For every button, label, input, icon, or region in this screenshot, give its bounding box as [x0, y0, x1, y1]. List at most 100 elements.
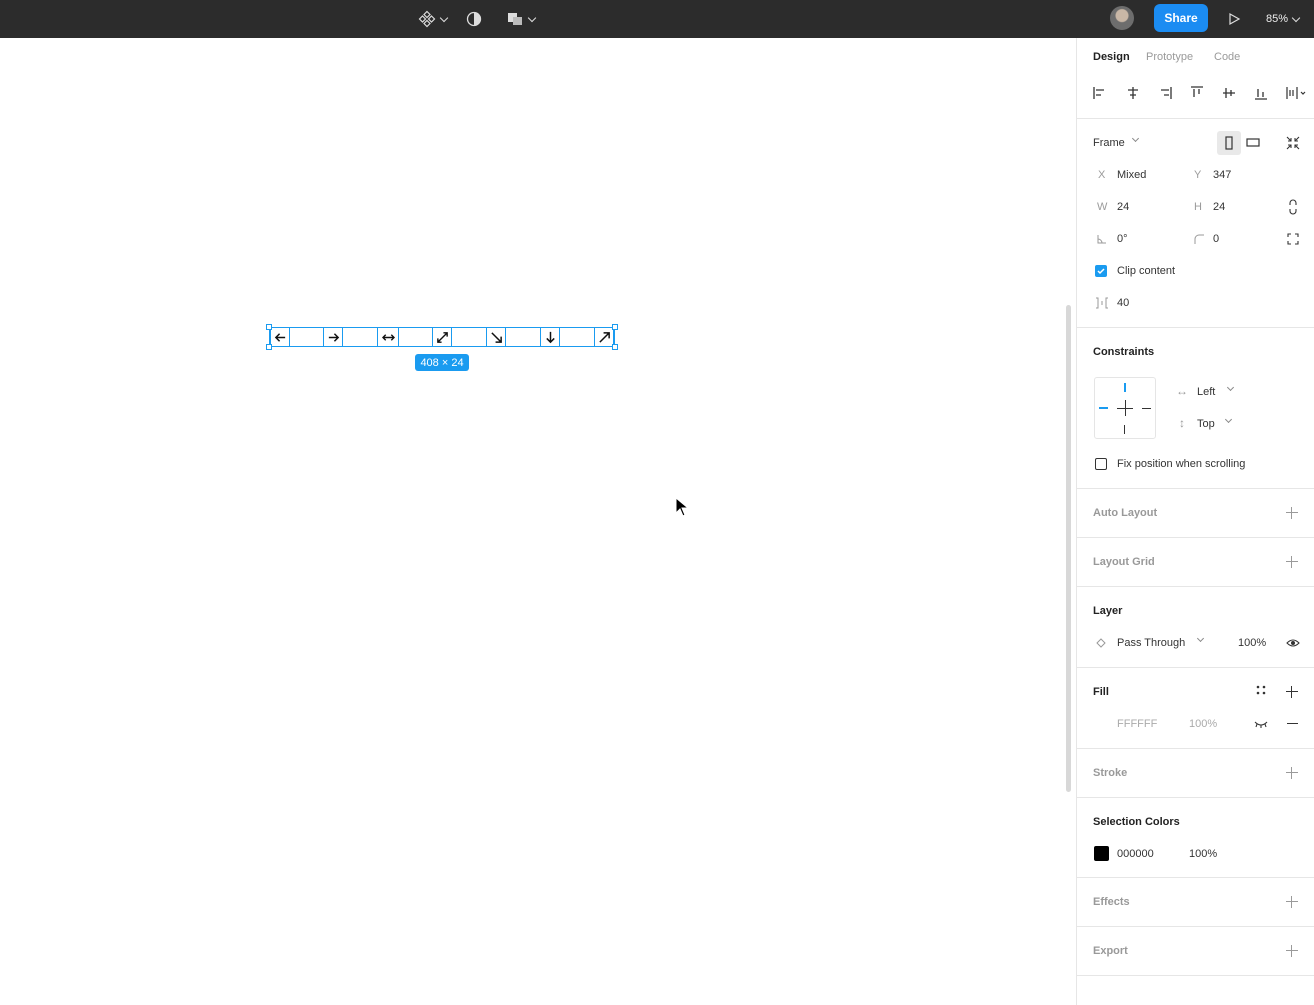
resize-handle-bottom-right[interactable] — [612, 344, 618, 350]
w-label: W — [1097, 201, 1108, 213]
divider — [1077, 926, 1314, 927]
add-stroke-plus-icon[interactable] — [1286, 767, 1298, 779]
portrait-toggle[interactable] — [1217, 131, 1241, 155]
independent-corners-icon[interactable] — [1287, 233, 1299, 245]
properties-panel: Design Prototype Code Frame X Mixed Y 34… — [1076, 38, 1314, 1005]
arrow-up-right-icon[interactable] — [594, 328, 614, 346]
horizontal-constraint-select[interactable]: Left — [1197, 386, 1215, 398]
align-bottom-icon[interactable] — [1254, 86, 1268, 100]
fill-opacity-input[interactable]: 100% — [1189, 718, 1217, 730]
divider — [1077, 488, 1314, 489]
frame-type-label[interactable]: Frame — [1093, 137, 1125, 149]
divider — [1077, 877, 1314, 878]
tab-prototype[interactable]: Prototype — [1146, 51, 1193, 63]
selection-color-opacity[interactable]: 100% — [1189, 848, 1217, 860]
canvas[interactable] — [0, 38, 1076, 1005]
tab-code[interactable]: Code — [1214, 51, 1240, 63]
boolean-menu[interactable] — [506, 0, 537, 38]
corner-radius-icon — [1194, 234, 1204, 244]
align-vertical-center-icon[interactable] — [1222, 86, 1236, 100]
selection-color-hex[interactable]: 000000 — [1117, 848, 1154, 860]
align-horizontal-center-icon[interactable] — [1126, 86, 1140, 100]
add-export-plus-icon[interactable] — [1286, 945, 1298, 957]
constraint-bottom-marker[interactable] — [1124, 425, 1125, 434]
constraint-top-marker[interactable] — [1124, 383, 1126, 392]
divider — [1077, 327, 1314, 328]
remove-fill-minus-icon[interactable] — [1287, 723, 1298, 724]
blend-mode-select[interactable]: Pass Through — [1117, 637, 1185, 649]
spacing-icon — [1096, 297, 1108, 309]
contrast-icon — [466, 11, 482, 27]
clip-content-checkbox[interactable] — [1095, 265, 1107, 277]
export-title: Export — [1093, 945, 1128, 957]
clip-content-label: Clip content — [1117, 265, 1176, 277]
portrait-icon — [1225, 136, 1233, 150]
effects-title: Effects — [1093, 896, 1130, 908]
checkmark-icon — [1097, 268, 1105, 275]
toolbar: Share 85% — [0, 0, 1314, 38]
zoom-menu[interactable]: 85% — [1266, 0, 1301, 38]
eye-closed-icon[interactable] — [1254, 719, 1268, 729]
arrow-left-icon[interactable] — [270, 328, 290, 346]
divider — [1077, 537, 1314, 538]
distribute-icon[interactable] — [1286, 86, 1306, 100]
align-right-icon[interactable] — [1158, 86, 1172, 100]
present-button[interactable] — [1227, 0, 1241, 38]
landscape-icon[interactable] — [1246, 137, 1260, 149]
dimension-label: 408 × 24 — [415, 354, 469, 371]
add-layout-grid-plus-icon[interactable] — [1286, 556, 1298, 568]
constraint-right-marker[interactable] — [1142, 408, 1151, 409]
tab-design[interactable]: Design — [1093, 51, 1130, 63]
expand-diagonal-icon[interactable] — [432, 328, 452, 346]
spacing-input[interactable]: 40 — [1117, 297, 1129, 309]
canvas-scrollbar[interactable] — [1066, 305, 1071, 792]
rotation-icon — [1097, 235, 1106, 244]
boolean-ops-icon — [508, 13, 522, 25]
arrow-down-right-icon[interactable] — [486, 328, 506, 346]
constraint-left-marker[interactable] — [1099, 407, 1108, 409]
w-input[interactable]: 24 — [1117, 201, 1129, 213]
resize-handle-top-left[interactable] — [266, 324, 272, 330]
selected-frame[interactable] — [269, 327, 615, 347]
constraints-widget[interactable] — [1094, 377, 1156, 439]
chevron-down-icon — [1226, 383, 1235, 392]
layer-title: Layer — [1093, 605, 1123, 617]
play-icon — [1229, 12, 1241, 26]
layout-grid-title: Layout Grid — [1093, 556, 1155, 568]
resize-handle-bottom-left[interactable] — [266, 344, 272, 350]
vertical-constraint-select[interactable]: Top — [1197, 418, 1215, 430]
mask-button[interactable] — [466, 0, 482, 38]
divider — [1077, 667, 1314, 668]
resize-to-fit-icon[interactable] — [1286, 136, 1300, 150]
arrow-down-icon[interactable] — [540, 328, 560, 346]
add-auto-layout-plus-icon[interactable] — [1286, 507, 1298, 519]
fix-position-checkbox[interactable] — [1095, 458, 1107, 470]
radius-input[interactable]: 0 — [1213, 233, 1219, 245]
constraint-center-v[interactable] — [1125, 400, 1126, 416]
arrow-right-icon[interactable] — [323, 328, 343, 346]
h-input[interactable]: 24 — [1213, 201, 1225, 213]
divider — [1077, 748, 1314, 749]
avatar[interactable] — [1110, 6, 1134, 30]
styles-icon[interactable] — [1256, 685, 1266, 695]
align-top-icon[interactable] — [1190, 86, 1204, 100]
component-menu[interactable] — [418, 0, 449, 38]
layer-opacity-input[interactable]: 100% — [1238, 637, 1266, 649]
color-swatch[interactable] — [1094, 846, 1109, 861]
share-button[interactable]: Share — [1154, 4, 1208, 32]
add-fill-plus-icon[interactable] — [1286, 686, 1298, 698]
y-input[interactable]: 347 — [1213, 169, 1231, 181]
chevron-down-icon — [527, 13, 537, 22]
x-input[interactable]: Mixed — [1117, 169, 1146, 181]
constrain-proportions-icon[interactable] — [1287, 199, 1299, 215]
fill-hex-input[interactable]: FFFFFF — [1117, 718, 1157, 730]
rotation-input[interactable]: 0° — [1117, 233, 1128, 245]
chevron-down-icon — [1224, 415, 1233, 424]
align-left-icon[interactable] — [1093, 86, 1107, 100]
component-icon — [418, 10, 436, 28]
add-effect-plus-icon[interactable] — [1286, 896, 1298, 908]
eye-icon[interactable] — [1286, 637, 1300, 649]
arrows-horizontal-icon[interactable] — [377, 328, 399, 346]
divider — [1077, 975, 1314, 976]
resize-handle-top-right[interactable] — [612, 324, 618, 330]
